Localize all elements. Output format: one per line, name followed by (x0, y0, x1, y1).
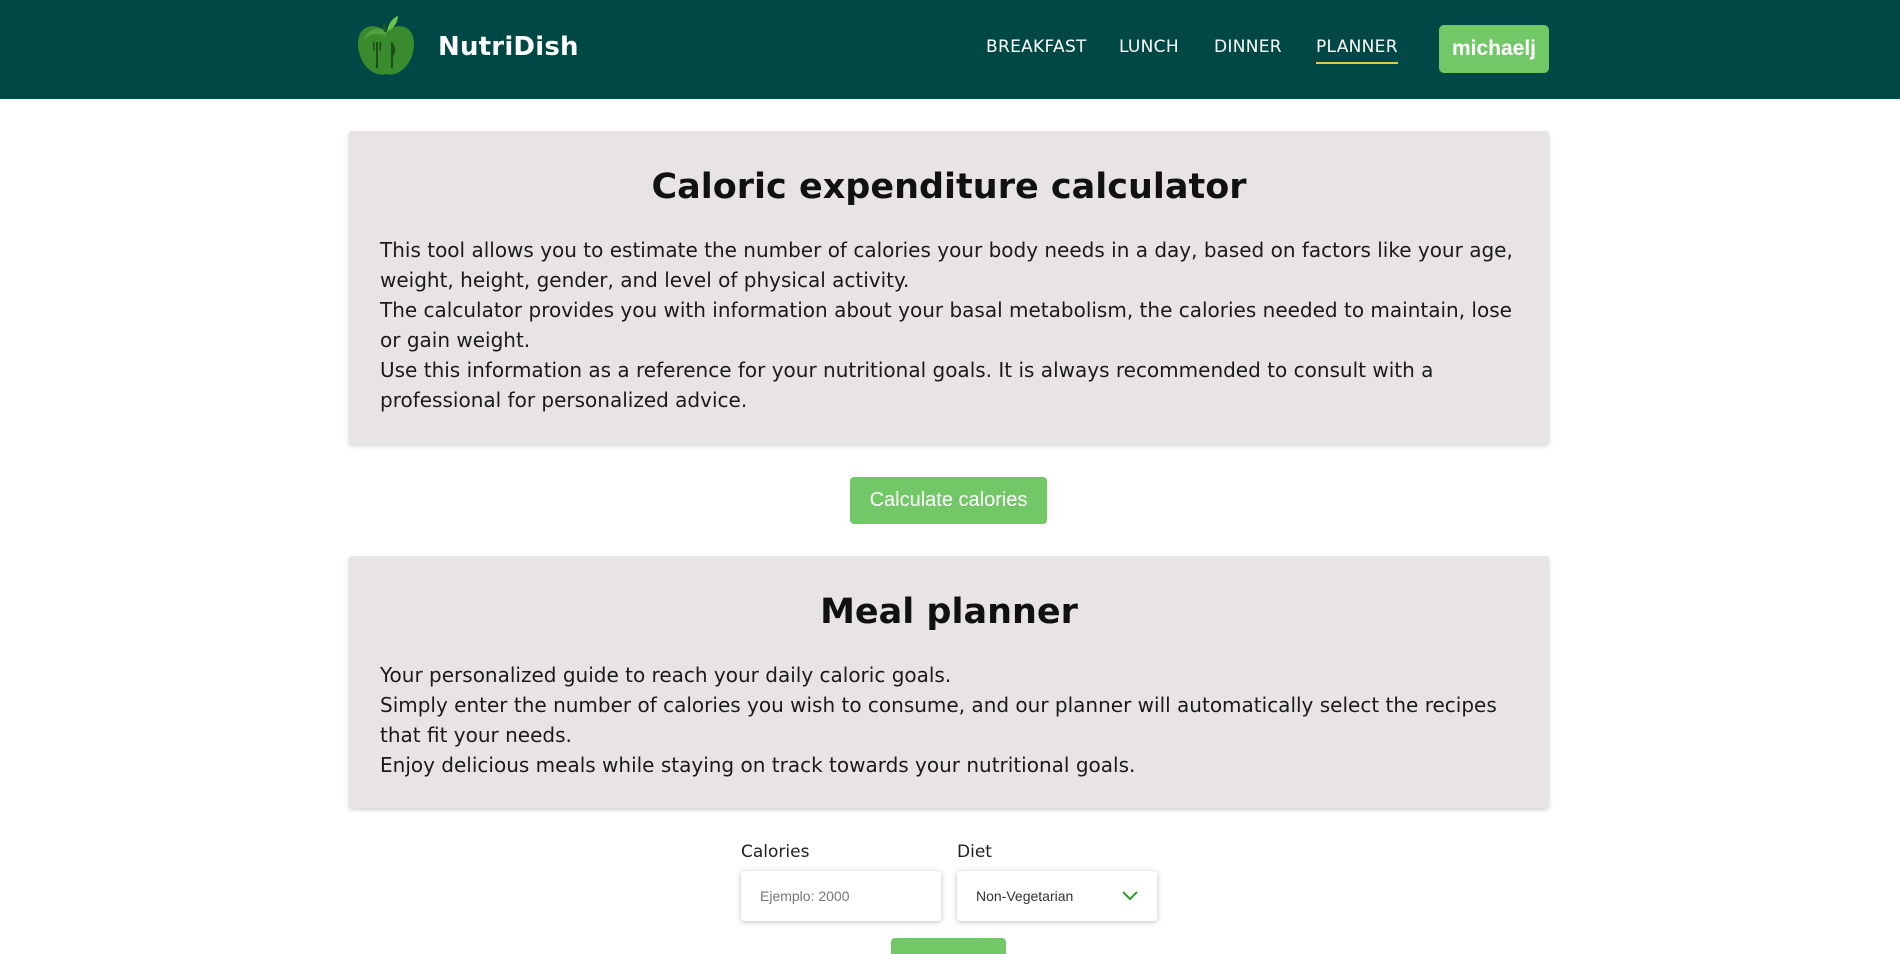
user-menu-button[interactable]: michaelj (1439, 25, 1549, 73)
nav-planner[interactable]: PLANNER (1316, 37, 1398, 64)
calories-label: Calories (741, 842, 810, 862)
planner-paragraph: Enjoy delicious meals while staying on t… (380, 753, 1136, 777)
calculator-paragraph: The calculator provides you with informa… (380, 298, 1512, 352)
calculate-calories-button[interactable]: Calculate calories (850, 477, 1047, 524)
calculator-paragraph: This tool allows you to estimate the num… (380, 238, 1513, 292)
calculator-title: Caloric expenditure calculator (651, 167, 1247, 207)
calculator-info-card: Caloric expenditure calculator This tool… (349, 131, 1549, 444)
calculator-description: This tool allows you to estimate the num… (380, 235, 1530, 415)
meal-planner-card: Meal planner Your personalized guide to … (349, 556, 1549, 808)
nav-lunch[interactable]: LUNCH (1119, 37, 1179, 57)
main-nav: BREAKFAST LUNCH DINNER PLANNER (0, 37, 1900, 67)
chevron-down-icon (1122, 891, 1138, 901)
planner-paragraph: Simply enter the number of calories you … (380, 693, 1497, 747)
planner-description: Your personalized guide to reach your da… (380, 660, 1530, 780)
calories-field[interactable] (741, 871, 941, 921)
planner-title: Meal planner (820, 592, 1078, 632)
site-header: NutriDish BREAKFAST LUNCH DINNER PLANNER… (0, 0, 1900, 99)
calculator-paragraph: Use this information as a reference for … (380, 358, 1434, 412)
calories-input[interactable] (760, 888, 920, 904)
nav-breakfast[interactable]: BREAKFAST (986, 37, 1087, 57)
planner-paragraph: Your personalized guide to reach your da… (380, 663, 952, 687)
diet-selected-value: Non-Vegetarian (976, 888, 1074, 904)
nav-dinner[interactable]: DINNER (1214, 37, 1282, 57)
diet-label: Diet (957, 842, 992, 862)
submit-planner-button[interactable] (891, 938, 1006, 954)
diet-select[interactable]: Non-Vegetarian (957, 871, 1157, 921)
